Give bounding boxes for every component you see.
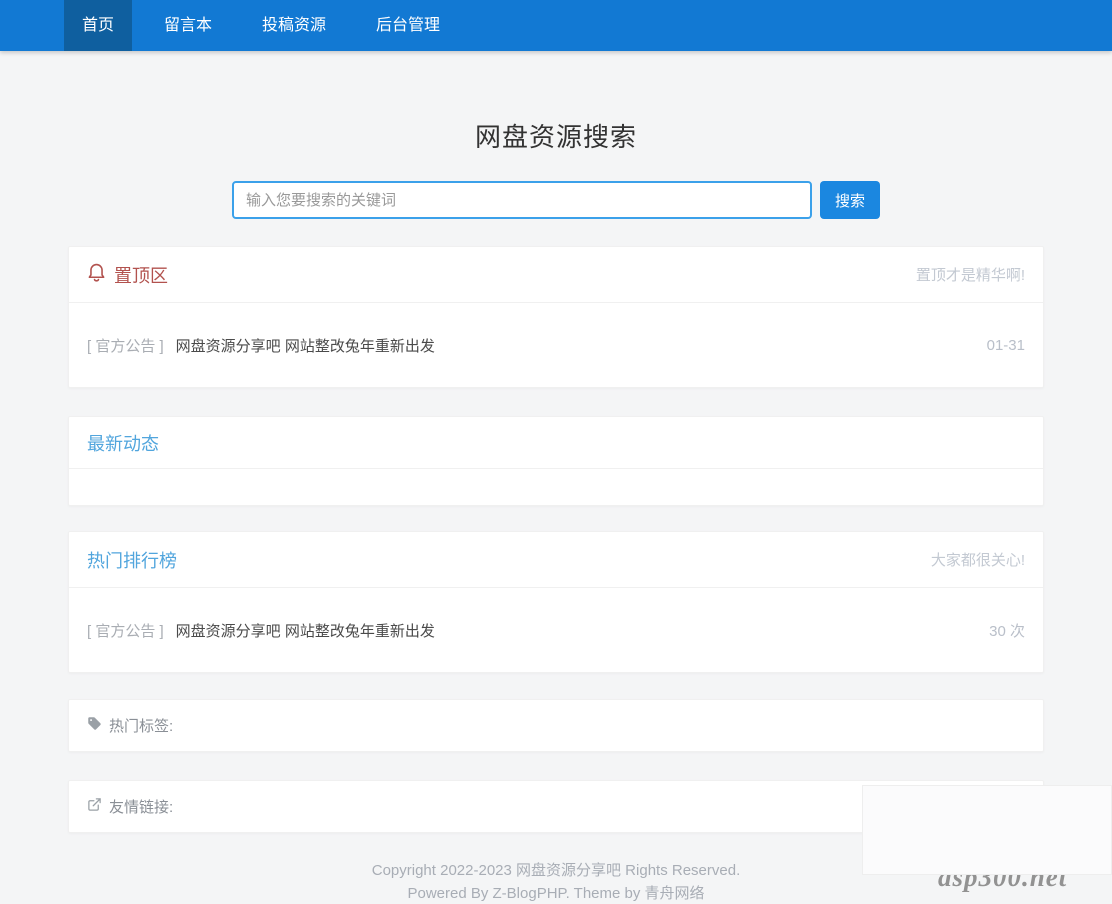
latest-empty-row <box>69 469 1043 505</box>
nav-item-home[interactable]: 首页 <box>64 0 132 51</box>
hot-section-card: 热门排行榜 大家都很关心! [ 官方公告 ] 网盘资源分享吧 网站整改兔年重新出… <box>68 531 1044 673</box>
hot-list-item: [ 官方公告 ] 网盘资源分享吧 网站整改兔年重新出发 30 次 <box>69 588 1043 672</box>
nav-item-submit-resource[interactable]: 投稿资源 <box>244 0 344 51</box>
search-button[interactable]: 搜索 <box>820 181 880 219</box>
tag-icon <box>87 716 102 735</box>
hot-tags-label: 热门标签: <box>109 715 173 736</box>
sticky-list-item: [ 官方公告 ] 网盘资源分享吧 网站整改兔年重新出发 01-31 <box>69 303 1043 387</box>
footer-powered-by: Powered By Z-BlogPHP. Theme by 青舟网络 <box>68 882 1044 904</box>
post-title-link[interactable]: 网盘资源分享吧 网站整改兔年重新出发 <box>176 620 435 641</box>
post-date: 01-31 <box>987 337 1025 354</box>
top-navbar: 首页 留言本 投稿资源 后台管理 <box>0 0 1112 51</box>
search-bar: 搜索 <box>68 181 1044 219</box>
hot-section-meta: 大家都很关心! <box>931 549 1025 570</box>
latest-section-card: 最新动态 <box>68 416 1044 506</box>
latest-section-header: 最新动态 <box>69 417 1043 469</box>
hot-tags-card: 热门标签: <box>68 699 1044 752</box>
sticky-section-card: 置顶区 置顶才是精华啊! [ 官方公告 ] 网盘资源分享吧 网站整改兔年重新出发… <box>68 246 1044 388</box>
nav-item-guestbook[interactable]: 留言本 <box>146 0 230 51</box>
post-view-count: 30 次 <box>989 620 1025 641</box>
sticky-section-header: 置顶区 置顶才是精华啊! <box>69 247 1043 303</box>
friend-links-label: 友情链接: <box>109 796 173 817</box>
post-category: [ 官方公告 ] <box>87 620 164 641</box>
sticky-section-title: 置顶区 <box>114 262 168 288</box>
external-link-icon <box>87 797 102 816</box>
search-input[interactable] <box>232 181 812 219</box>
bell-icon <box>87 262 106 288</box>
watermark-overlay-box <box>862 785 1112 875</box>
latest-section-title: 最新动态 <box>87 430 159 456</box>
nav-item-admin[interactable]: 后台管理 <box>358 0 458 51</box>
hot-section-header: 热门排行榜 大家都很关心! <box>69 532 1043 588</box>
post-title-link[interactable]: 网盘资源分享吧 网站整改兔年重新出发 <box>176 335 435 356</box>
post-category: [ 官方公告 ] <box>87 335 164 356</box>
hot-section-title: 热门排行榜 <box>87 547 177 573</box>
sticky-section-meta: 置顶才是精华啊! <box>916 264 1025 285</box>
page-title: 网盘资源搜索 <box>68 117 1044 154</box>
